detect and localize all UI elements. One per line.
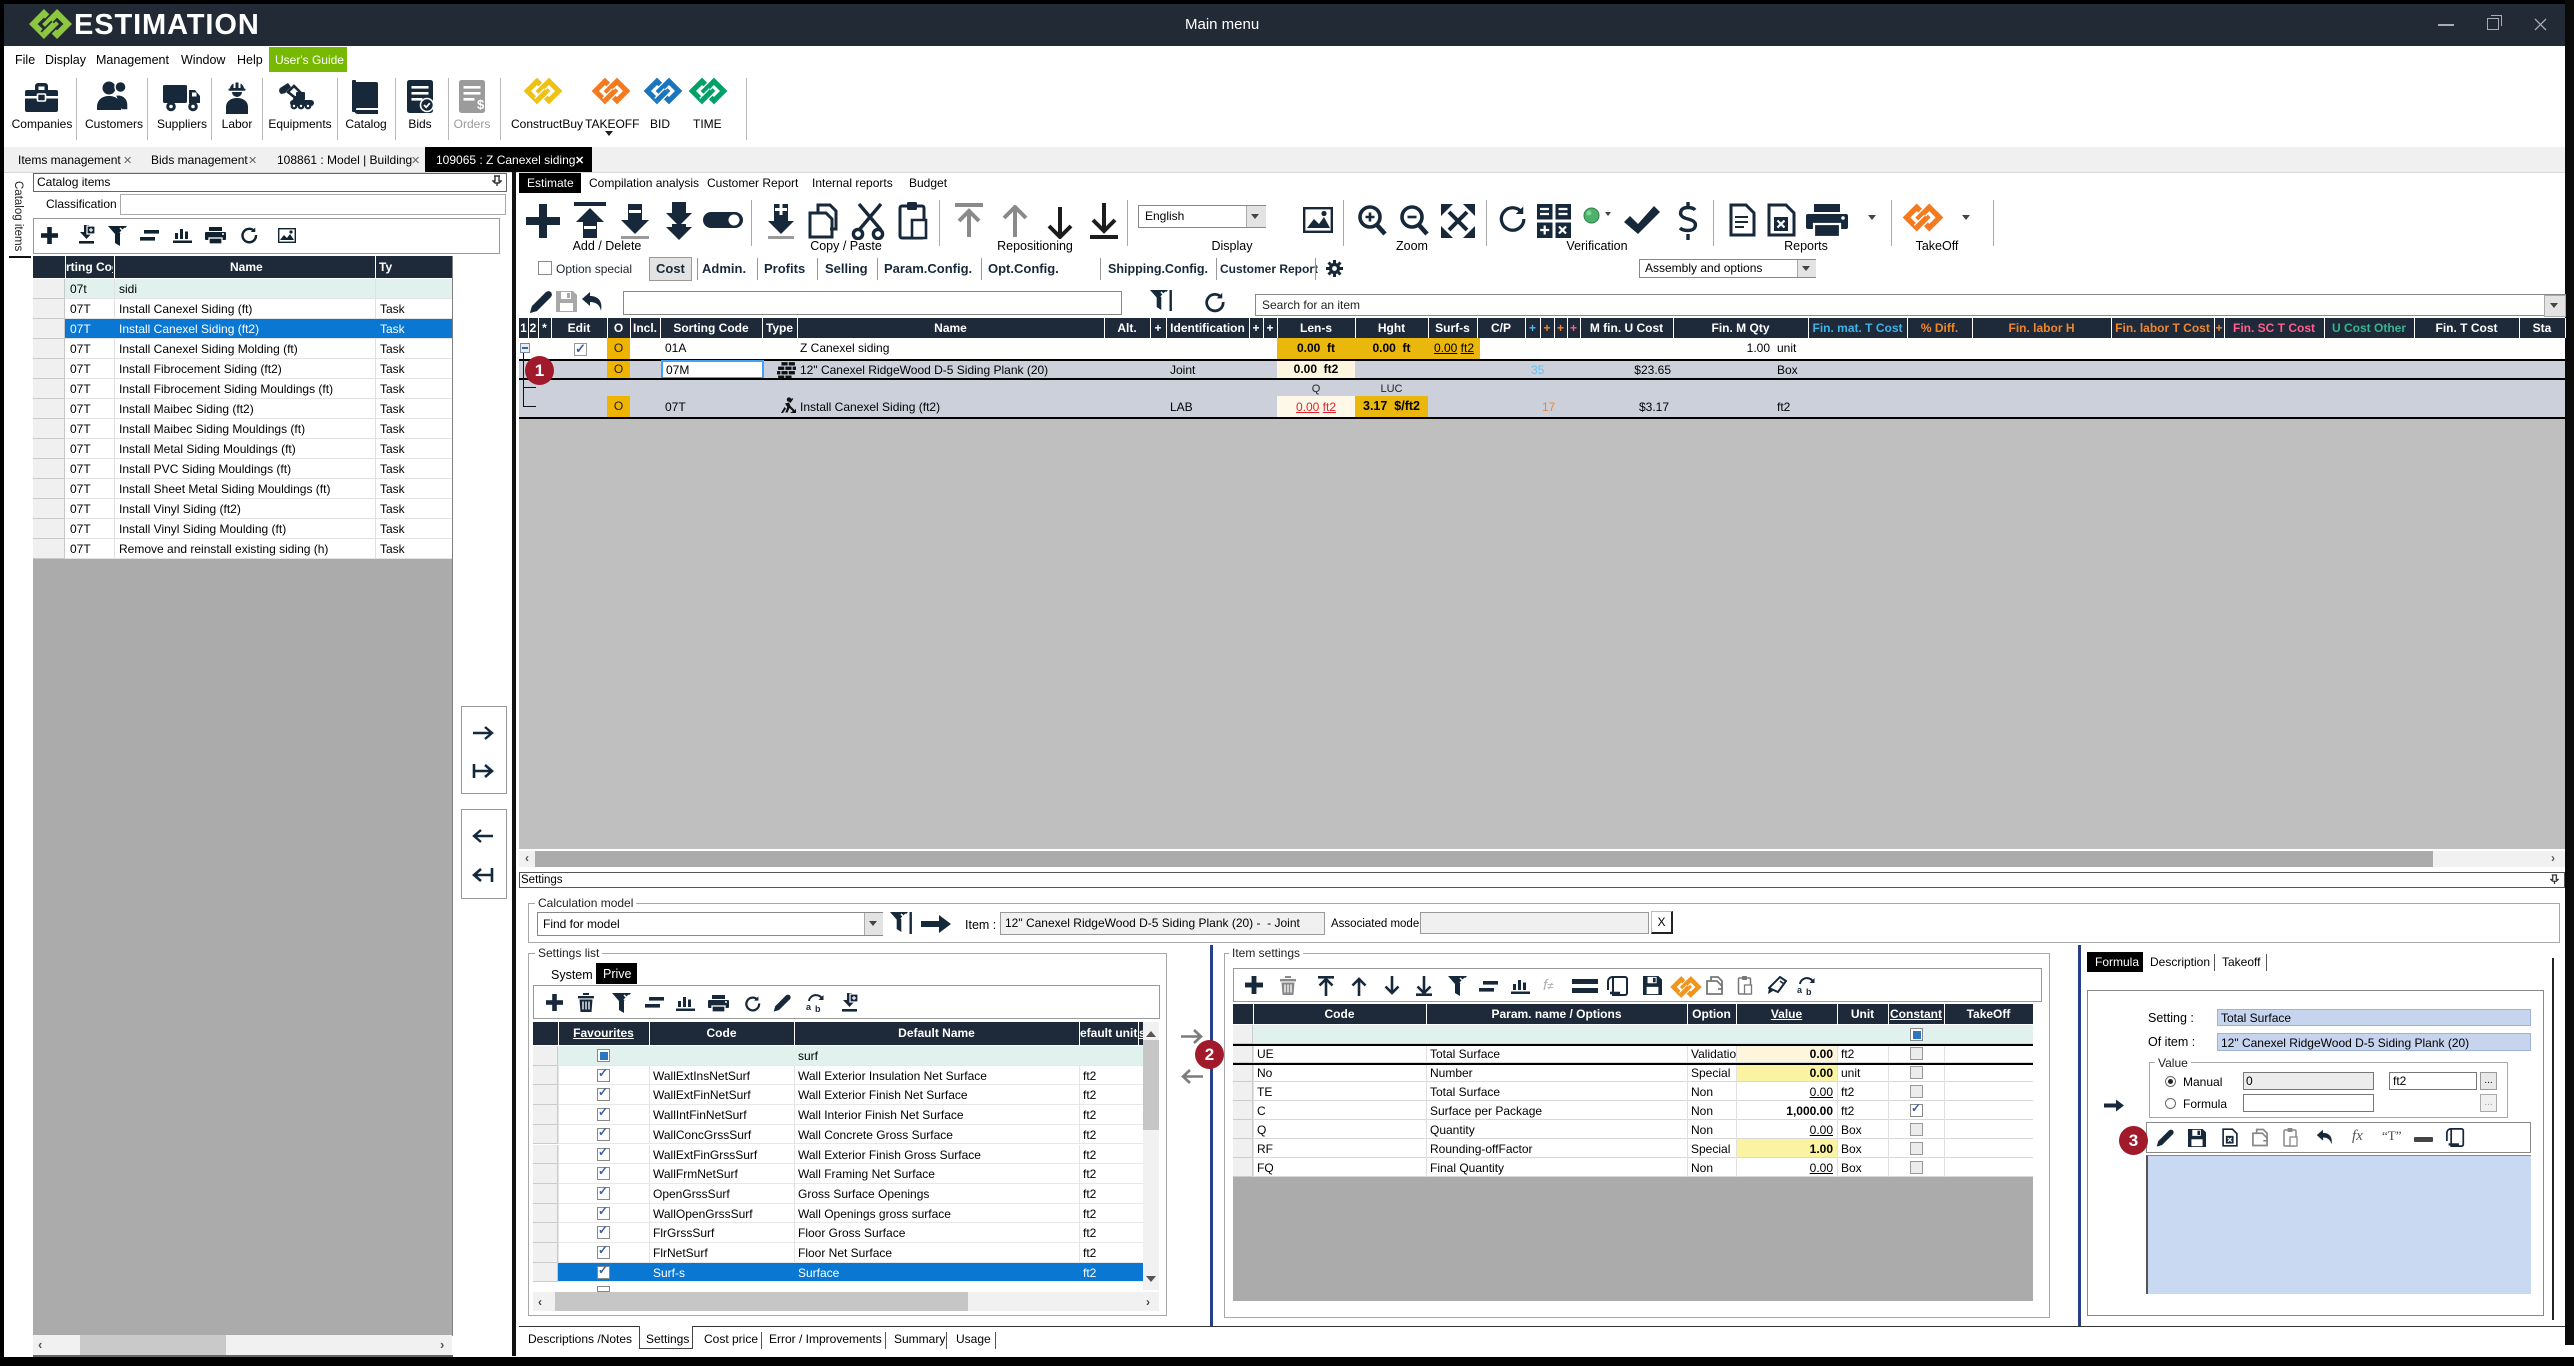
svg-text:b: b (815, 1004, 821, 1012)
svg-text:$: $ (477, 97, 485, 112)
svg-text:b: b (1806, 987, 1812, 995)
svg-text:a: a (1797, 985, 1803, 995)
svg-text:a: a (806, 1002, 812, 1012)
